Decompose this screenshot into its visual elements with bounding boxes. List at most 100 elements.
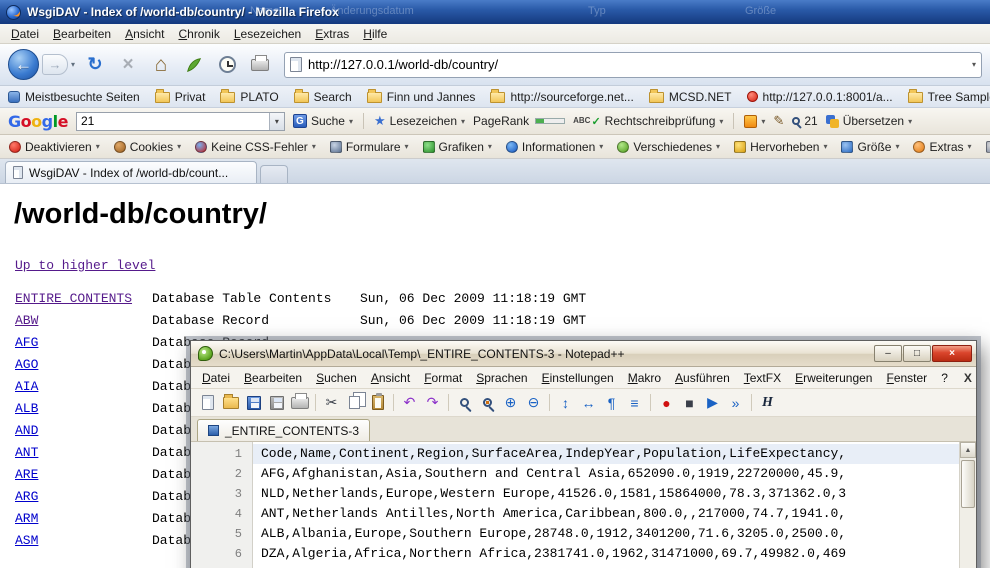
webdev-cookies[interactable]: Cookies▾ bbox=[114, 140, 181, 154]
code-line[interactable]: DZA,Algeria,Africa,Northern Africa,23817… bbox=[253, 544, 976, 564]
search-term-highlight-button[interactable]: 21 bbox=[792, 114, 817, 128]
webdev-groesse[interactable]: Größe▾ bbox=[841, 140, 899, 154]
npp-menu-datei[interactable]: Datei bbox=[195, 369, 237, 387]
entry-link-and[interactable]: AND bbox=[15, 423, 38, 438]
entry-link-ago[interactable]: AGO bbox=[15, 357, 38, 372]
entry-link-abw[interactable]: ABW bbox=[15, 313, 38, 328]
new-file-icon[interactable] bbox=[197, 392, 218, 413]
forward-button[interactable]: → bbox=[42, 54, 68, 75]
entry-link-arg[interactable]: ARG bbox=[15, 489, 38, 504]
entry-link-are[interactable]: ARE bbox=[15, 467, 38, 482]
run-multiple-icon[interactable]: » bbox=[725, 392, 746, 413]
record-macro-icon[interactable]: ● bbox=[656, 392, 677, 413]
bookmark-search[interactable]: Search bbox=[294, 90, 352, 104]
bookmark-sourceforge[interactable]: http://sourceforge.net... bbox=[490, 90, 633, 104]
firefox-titlebar[interactable]: WsgiDAV - Index of /world-db/country/ - … bbox=[0, 0, 990, 24]
print-icon[interactable] bbox=[289, 392, 310, 413]
webdev-css-fehler[interactable]: Keine CSS-Fehler▾ bbox=[195, 140, 316, 154]
code-line[interactable]: ALB,Albania,Europe,Southern Europe,28748… bbox=[253, 524, 976, 544]
entry-link-ant[interactable]: ANT bbox=[15, 445, 38, 460]
copy-icon[interactable] bbox=[344, 392, 365, 413]
paste-icon[interactable] bbox=[367, 392, 388, 413]
entry-link-alb[interactable]: ALB bbox=[15, 401, 38, 416]
webdev-deaktivieren[interactable]: Deaktivieren▾ bbox=[9, 140, 100, 154]
print-button[interactable] bbox=[247, 52, 273, 78]
entry-link-asm[interactable]: ASM bbox=[15, 533, 38, 548]
npp-menu-bearbeiten[interactable]: Bearbeiten bbox=[237, 369, 309, 387]
zoom-in-icon[interactable]: ⊕ bbox=[500, 392, 521, 413]
history-clock-button[interactable] bbox=[214, 52, 240, 78]
open-file-icon[interactable] bbox=[220, 392, 241, 413]
zoom-out-icon[interactable]: ⊖ bbox=[523, 392, 544, 413]
npp-menu-sprachen[interactable]: Sprachen bbox=[469, 369, 534, 387]
google-lesezeichen-button[interactable]: ★Lesezeichen▾ bbox=[374, 113, 465, 129]
bookmark-meistbesuchte-seiten[interactable]: Meistbesuchte Seiten bbox=[8, 90, 140, 104]
code-line[interactable]: Code,Name,Continent,Region,SurfaceArea,I… bbox=[253, 444, 976, 464]
html-preview-icon[interactable]: H bbox=[757, 392, 778, 413]
npp-menu-suchen[interactable]: Suchen bbox=[309, 369, 364, 387]
webdev-formulare[interactable]: Formulare▾ bbox=[330, 140, 409, 154]
npp-menu-erweiterungen[interactable]: Erweiterungen bbox=[788, 369, 879, 387]
entry-link-afg[interactable]: AFG bbox=[15, 335, 38, 350]
url-text[interactable]: http://127.0.0.1/world-db/country/ bbox=[308, 57, 966, 72]
entry-link-entire-contents[interactable]: ENTIRE CONTENTS bbox=[15, 291, 132, 306]
bookmark-finn-und-jannes[interactable]: Finn und Jannes bbox=[367, 90, 476, 104]
maximize-button[interactable]: □ bbox=[903, 345, 931, 362]
replace-icon[interactable] bbox=[477, 392, 498, 413]
entry-link-aia[interactable]: AIA bbox=[15, 379, 38, 394]
google-suche-button[interactable]: GSuche▾ bbox=[293, 114, 353, 128]
google-search-box[interactable]: ▾ bbox=[76, 112, 285, 131]
google-search-input[interactable] bbox=[77, 113, 269, 130]
npp-menu-ausfuehren[interactable]: Ausführen bbox=[668, 369, 737, 387]
new-tab-button[interactable] bbox=[260, 165, 288, 183]
npp-menu-format[interactable]: Format bbox=[417, 369, 469, 387]
vertical-scrollbar[interactable]: ▲ bbox=[959, 442, 976, 568]
code-line[interactable]: AFG,Afghanistan,Asia,Southern and Centra… bbox=[253, 464, 976, 484]
npp-document-tab[interactable]: _ENTIRE_CONTENTS-3 bbox=[197, 419, 370, 441]
menu-datei[interactable]: Datei bbox=[4, 25, 46, 43]
search-history-dropdown-icon[interactable]: ▾ bbox=[269, 113, 284, 130]
npp-editor[interactable]: 1 2 3 4 5 6 Code,Name,Continent,Region,S… bbox=[191, 442, 976, 568]
save-all-icon[interactable] bbox=[266, 392, 287, 413]
minimize-button[interactable]: – bbox=[874, 345, 902, 362]
url-bar[interactable]: http://127.0.0.1/world-db/country/ ▾ bbox=[284, 52, 982, 78]
code-area[interactable]: Code,Name,Continent,Region,SurfaceArea,I… bbox=[253, 442, 976, 568]
show-symbols-icon[interactable]: ¶ bbox=[601, 392, 622, 413]
stop-macro-icon[interactable]: ■ bbox=[679, 392, 700, 413]
sync-horizontal-icon[interactable]: ↔ bbox=[578, 392, 599, 413]
bookmark-mcsd-net[interactable]: MCSD.NET bbox=[649, 90, 732, 104]
scroll-up-icon[interactable]: ▲ bbox=[960, 442, 976, 458]
webdev-verschiedenes[interactable]: Verschiedenes▾ bbox=[617, 140, 720, 154]
menu-extras[interactable]: Extras bbox=[308, 25, 356, 43]
stop-button[interactable]: × bbox=[115, 52, 141, 78]
code-line[interactable]: NLD,Netherlands,Europe,Western Europe,41… bbox=[253, 484, 976, 504]
code-line[interactable]: ANT,Netherlands Antilles,North America,C… bbox=[253, 504, 976, 524]
indent-guide-icon[interactable]: ≡ bbox=[624, 392, 645, 413]
npp-titlebar[interactable]: C:\Users\Martin\AppData\Local\Temp\_ENTI… bbox=[191, 341, 976, 367]
npp-menu-makro[interactable]: Makro bbox=[621, 369, 668, 387]
undo-icon[interactable]: ↶ bbox=[399, 392, 420, 413]
redo-icon[interactable]: ↷ bbox=[422, 392, 443, 413]
feather-extension-button[interactable] bbox=[181, 52, 207, 78]
refresh-button[interactable]: ↻ bbox=[82, 52, 108, 78]
menu-lesezeichen[interactable]: Lesezeichen bbox=[227, 25, 308, 43]
scrollbar-thumb[interactable] bbox=[961, 460, 975, 508]
up-to-higher-level-link[interactable]: Up to higher level bbox=[15, 258, 155, 273]
play-macro-icon[interactable]: ▶ bbox=[702, 392, 723, 413]
save-icon[interactable] bbox=[243, 392, 264, 413]
sync-vertical-icon[interactable]: ↕ bbox=[555, 392, 576, 413]
npp-menu-fenster[interactable]: Fenster bbox=[879, 369, 934, 387]
uebersetzen-button[interactable]: Übersetzen▾ bbox=[826, 114, 912, 128]
menu-ansicht[interactable]: Ansicht bbox=[118, 25, 171, 43]
back-button[interactable]: ← bbox=[8, 49, 39, 80]
home-button[interactable]: ⌂ bbox=[148, 52, 174, 78]
npp-menu-ansicht[interactable]: Ansicht bbox=[364, 369, 417, 387]
webdev-informationen[interactable]: Informationen▾ bbox=[506, 140, 603, 154]
line-number-gutter[interactable]: 1 2 3 4 5 6 bbox=[191, 442, 253, 568]
menu-hilfe[interactable]: Hilfe bbox=[356, 25, 394, 43]
webdev-hervorheben[interactable]: Hervorheben▾ bbox=[734, 140, 827, 154]
doc-close-icon[interactable]: X bbox=[955, 371, 981, 385]
npp-menu-help[interactable]: ? bbox=[934, 369, 955, 387]
bookmark-plato[interactable]: PLATO bbox=[220, 90, 278, 104]
menu-bearbeiten[interactable]: Bearbeiten bbox=[46, 25, 118, 43]
